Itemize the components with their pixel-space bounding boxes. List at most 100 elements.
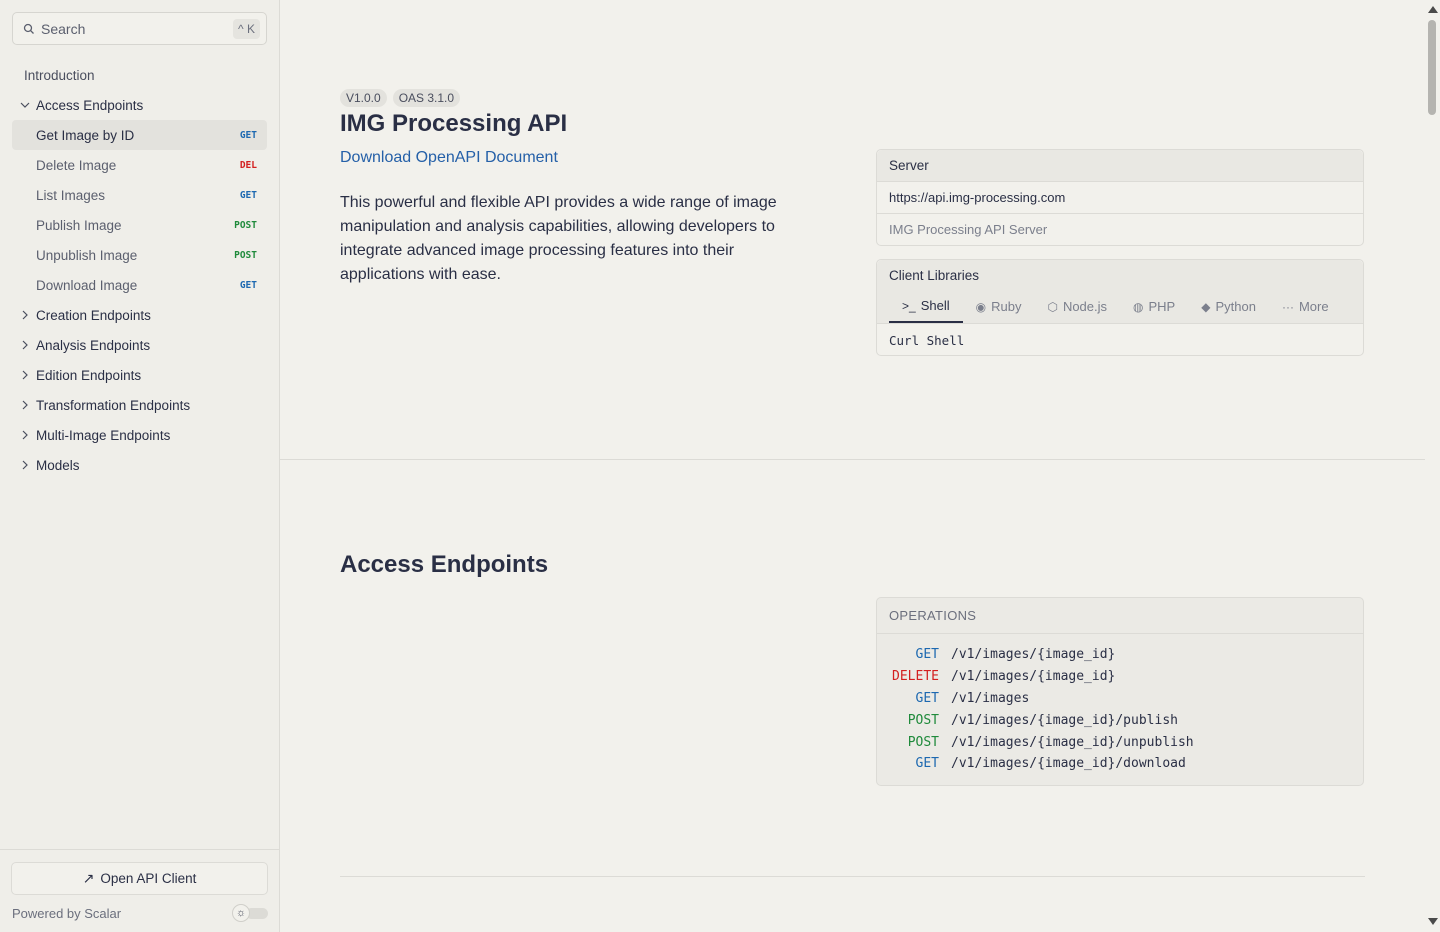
method-badge: GET (239, 189, 257, 201)
server-card: Server https://api.img-processing.com IM… (876, 149, 1364, 246)
tab-php[interactable]: ◍ PHP (1120, 290, 1188, 323)
sidebar-item-label: Multi-Image Endpoints (36, 427, 171, 443)
sidebar-item-label: Publish Image (36, 217, 122, 233)
operation-row[interactable]: POST /v1/images/{image_id}/unpublish (877, 731, 1363, 753)
tab-nodejs[interactable]: ⬡ Node.js (1034, 290, 1120, 323)
sidebar-group-creation-endpoints[interactable]: Creation Endpoints (12, 300, 267, 330)
operation-method: GET (915, 690, 939, 706)
tab-label: Shell (920, 298, 950, 313)
sidebar-item-label: Unpublish Image (36, 247, 138, 263)
ruby-icon: ◉ (975, 299, 987, 314)
sidebar-group-transformation-endpoints[interactable]: Transformation Endpoints (12, 390, 267, 420)
terminal-icon: >_ (902, 298, 916, 313)
python-icon: ◆ (1201, 299, 1211, 314)
sidebar-item-introduction[interactable]: Introduction (12, 60, 267, 90)
method-badge: DEL (239, 159, 257, 171)
sidebar-item-label: List Images (36, 187, 106, 203)
download-openapi-link[interactable]: Download OpenAPI Document (340, 149, 558, 167)
external-arrow-icon: ↗ (82, 870, 95, 886)
server-card-header: Server (877, 150, 1363, 182)
sidebar-group-access-endpoints[interactable]: Access Endpoints (12, 90, 267, 120)
api-description: This powerful and flexible API provides … (340, 194, 777, 283)
operation-path: /v1/images/{image_id}/download (951, 756, 1186, 772)
page-title: IMG Processing API (340, 110, 568, 137)
tab-label: More (1298, 299, 1329, 314)
client-libraries-header: Client Libraries >_ Shell ◉ Ruby ⬡ Node.… (877, 260, 1363, 324)
sidebar-item-label: Introduction (24, 67, 95, 83)
sidebar-item-publish-image[interactable]: Publish Image POST (12, 210, 267, 240)
operation-path: /v1/images/{image_id}/publish (951, 712, 1178, 728)
sidebar-group-models[interactable]: Models (12, 450, 267, 480)
operations-card: OPERATIONS GET /v1/images/{image_id} DEL… (876, 597, 1364, 786)
operation-path: /v1/images/{image_id} (951, 669, 1116, 685)
operation-path: /v1/images/{image_id} (951, 647, 1116, 663)
server-description: IMG Processing API Server (889, 222, 1048, 237)
version-badge: V1.0.0 (340, 89, 387, 107)
operations-header: OPERATIONS (877, 598, 1363, 634)
scrollbar[interactable] (1425, 0, 1440, 932)
powered-by-link[interactable]: Powered by Scalar (12, 906, 121, 921)
sidebar-item-label: Analysis Endpoints (36, 337, 151, 353)
sidebar: Search ^ K Introduction Access Endpoints… (0, 0, 280, 932)
sidebar-item-label: Creation Endpoints (36, 307, 151, 323)
sidebar-item-unpublish-image[interactable]: Unpublish Image POST (12, 240, 267, 270)
method-badge: POST (234, 219, 257, 231)
sidebar-group-edition-endpoints[interactable]: Edition Endpoints (12, 360, 267, 390)
section-divider (280, 459, 1425, 460)
sidebar-item-label: Delete Image (36, 157, 117, 173)
sidebar-item-label: Models (36, 457, 80, 473)
search-placeholder: Search (41, 20, 86, 37)
operation-path: /v1/images (951, 690, 1030, 706)
sidebar-item-get-image-by-id[interactable]: Get Image by ID GET (12, 120, 267, 150)
scroll-down-arrow-icon[interactable] (1428, 918, 1438, 925)
sidebar-group-analysis-endpoints[interactable]: Analysis Endpoints (12, 330, 267, 360)
open-api-client-label: Open API Client (100, 871, 197, 886)
client-tabs: >_ Shell ◉ Ruby ⬡ Node.js ◍ PHP ◆ Python… (877, 290, 1363, 323)
sidebar-item-label: Get Image by ID (36, 127, 135, 143)
chevron-right-icon (22, 430, 28, 440)
oas-badge: OAS 3.1.0 (392, 89, 461, 107)
scroll-up-arrow-icon[interactable] (1428, 6, 1438, 13)
sidebar-group-multi-image-endpoints[interactable]: Multi-Image Endpoints (12, 420, 267, 450)
tab-shell[interactable]: >_ Shell (889, 290, 963, 323)
sidebar-nav: Introduction Access Endpoints Get Image … (12, 60, 267, 480)
selected-client: Curl Shell (889, 332, 965, 348)
server-url-select[interactable]: https://api.img-processing.com (877, 182, 1363, 214)
section-title: Access Endpoints (340, 551, 549, 578)
operation-row[interactable]: GET /v1/images (877, 688, 1363, 710)
tab-label: Node.js (1062, 299, 1108, 314)
chevron-down-icon (20, 102, 30, 108)
client-libraries-card: Client Libraries >_ Shell ◉ Ruby ⬡ Node.… (876, 259, 1364, 356)
method-badge: POST (234, 249, 257, 261)
operation-row[interactable]: GET /v1/images/{image_id} (877, 644, 1363, 666)
operation-row[interactable]: DELETE /v1/images/{image_id} (877, 666, 1363, 688)
section-divider (340, 876, 1365, 877)
sidebar-item-download-image[interactable]: Download Image GET (12, 270, 267, 300)
tab-label: Python (1215, 299, 1256, 314)
main-content: V1.0.0 OAS 3.1.0 IMG Processing API Down… (280, 0, 1425, 932)
sidebar-item-label: Edition Endpoints (36, 367, 142, 383)
open-api-client-button[interactable]: ↗ Open API Client (11, 862, 268, 895)
method-badge: GET (239, 279, 257, 291)
operation-row[interactable]: POST /v1/images/{image_id}/publish (877, 709, 1363, 731)
sidebar-item-label: Transformation Endpoints (36, 397, 191, 413)
theme-toggle[interactable]: ☼ (232, 904, 268, 922)
tab-python[interactable]: ◆ Python (1188, 290, 1269, 323)
operation-method: POST (907, 712, 939, 728)
sun-icon: ☼ (232, 904, 250, 922)
operation-row[interactable]: GET /v1/images/{image_id}/download (877, 753, 1363, 775)
sidebar-item-list-images[interactable]: List Images GET (12, 180, 267, 210)
sidebar-item-delete-image[interactable]: Delete Image DEL (12, 150, 267, 180)
chevron-right-icon (22, 310, 28, 320)
php-icon: ◍ (1133, 299, 1144, 314)
chevron-right-icon (22, 370, 28, 380)
scroll-thumb[interactable] (1428, 20, 1436, 115)
operation-path: /v1/images/{image_id}/unpublish (951, 734, 1194, 750)
operations-list: GET /v1/images/{image_id} DELETE /v1/ima… (877, 634, 1363, 775)
search-bar[interactable]: Search ^ K (12, 12, 267, 45)
operation-method: GET (915, 647, 939, 663)
tab-more[interactable]: ··· More (1269, 290, 1342, 323)
sidebar-footer: ↗ Open API Client Powered by Scalar ☼ (0, 849, 279, 932)
tab-ruby[interactable]: ◉ Ruby (963, 290, 1035, 323)
chevron-right-icon (22, 400, 28, 410)
